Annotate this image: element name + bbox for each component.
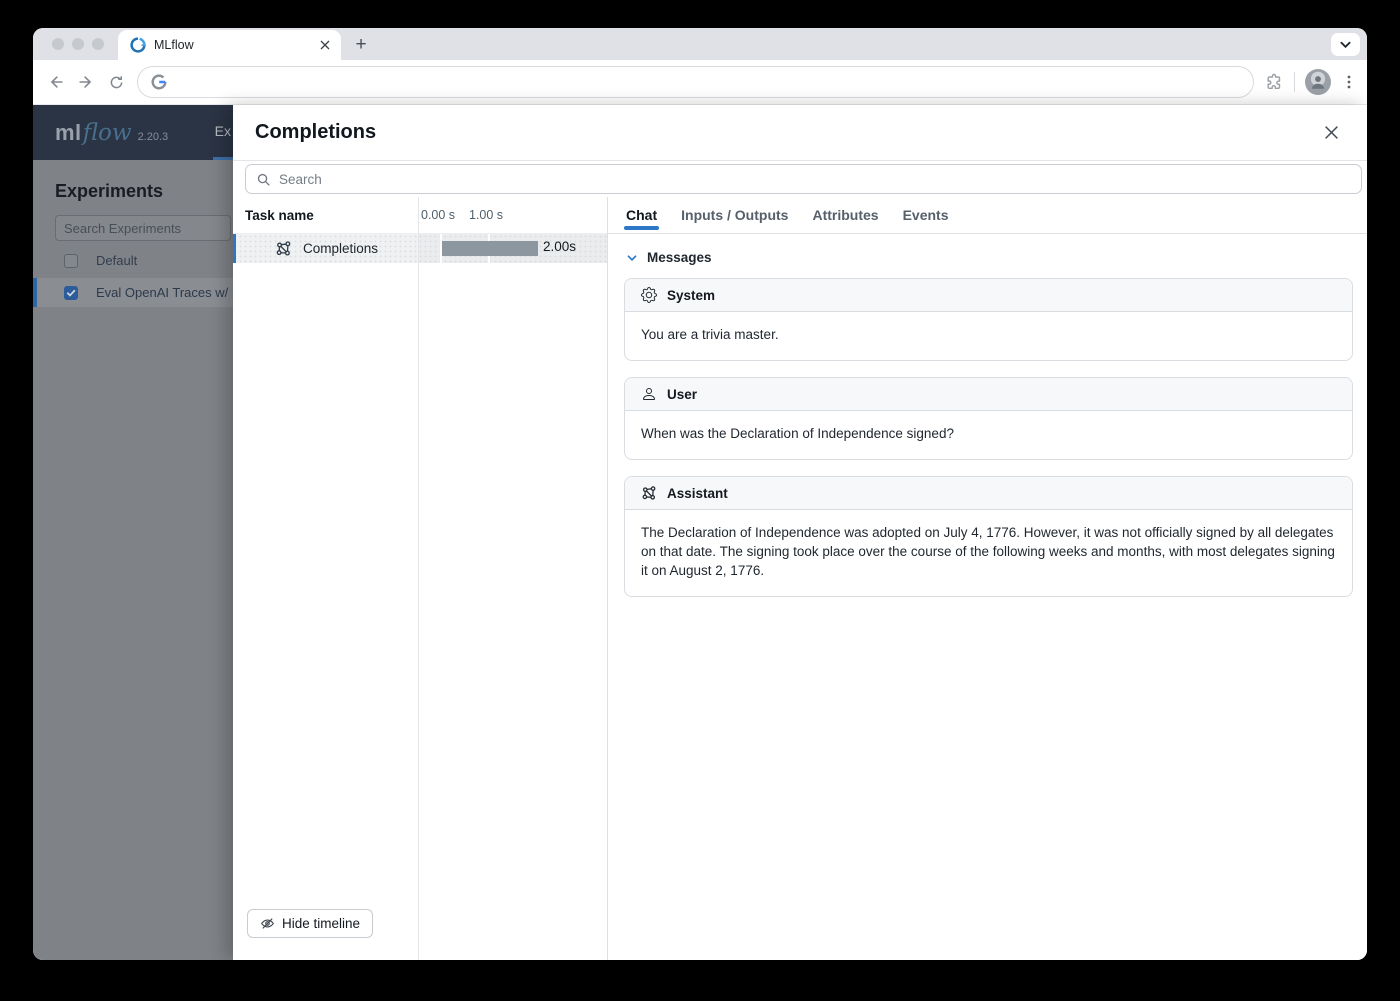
experiment-label: Eval OpenAI Traces w/	[96, 285, 229, 300]
timeline-pane: Task name 0.00 s 1.00 s Completions 2.00…	[233, 197, 607, 960]
message-card-assistant: Assistant The Declaration of Independenc…	[624, 476, 1353, 597]
address-bar[interactable]	[137, 66, 1254, 98]
task-name-header: Task name	[245, 207, 314, 223]
mlflow-app-background: mlflow 2.20.3 Ex Experiments Default Eva…	[33, 105, 233, 960]
message-role: System	[667, 287, 716, 303]
forward-icon[interactable]	[71, 67, 101, 97]
chat-panel: Messages System You are a trivia master.…	[608, 234, 1367, 960]
minimize-window-button[interactable]	[72, 38, 84, 50]
tab-close-icon[interactable]	[317, 37, 333, 53]
mlflow-logo-icon	[130, 37, 146, 53]
browser-tab-mlflow[interactable]: MLflow	[118, 30, 341, 60]
checkbox-checked[interactable]	[64, 285, 78, 300]
timeline-tick-0: 0.00 s	[421, 208, 456, 222]
messages-label: Messages	[647, 250, 712, 265]
mlflow-header: ml flow 2.20.3 Ex	[33, 105, 233, 160]
toolbar-divider	[1294, 72, 1295, 92]
timeline-track: 2.00s	[418, 234, 607, 263]
timeline-bar[interactable]	[442, 241, 538, 256]
mlflow-version: 2.20.3	[137, 130, 169, 143]
tab-chat[interactable]: Chat	[623, 197, 660, 233]
tab-strip: MLflow +	[33, 28, 1367, 60]
window-controls	[33, 28, 118, 60]
zoom-window-button[interactable]	[92, 38, 104, 50]
experiment-item-default[interactable]: Default	[33, 247, 233, 274]
nav-active-underline	[213, 157, 233, 160]
mlflow-logo-flow: flow	[82, 119, 132, 146]
checkbox-unchecked[interactable]	[64, 253, 78, 268]
experiments-heading: Experiments	[55, 181, 164, 201]
tab-attributes[interactable]: Attributes	[812, 197, 878, 233]
browser-toolbar	[33, 60, 1367, 105]
detail-pane: Chat Inputs / Outputs Attributes Events …	[607, 197, 1367, 960]
model-icon	[641, 485, 657, 501]
chevron-down-icon	[626, 252, 638, 264]
gear-icon	[641, 287, 657, 303]
detail-tabs: Chat Inputs / Outputs Attributes Events	[608, 197, 1367, 234]
message-card-user: User When was the Declaration of Indepen…	[624, 377, 1353, 460]
menu-dots-icon[interactable]	[1341, 74, 1357, 90]
tab-list-chevron-icon[interactable]	[1331, 33, 1360, 56]
url-input[interactable]	[176, 74, 1241, 90]
reload-icon[interactable]	[101, 67, 131, 97]
new-tab-button[interactable]: +	[347, 31, 375, 59]
task-name-label: Completions	[303, 241, 379, 256]
hide-timeline-label: Hide timeline	[282, 916, 361, 931]
mlflow-logo-ml: ml	[55, 119, 82, 145]
tab-title: MLflow	[154, 38, 194, 52]
message-card-system: System You are a trivia master.	[624, 278, 1353, 361]
message-text: You are a trivia master.	[641, 327, 779, 342]
message-role: User	[667, 386, 698, 402]
profile-avatar[interactable]	[1305, 69, 1331, 95]
trace-drawer: Completions Task name 0.00 s 1.00 s	[233, 105, 1367, 960]
experiment-item-eval-openai[interactable]: Eval OpenAI Traces w/	[33, 278, 233, 307]
timeline-bar-duration: 2.00s	[543, 239, 577, 254]
eye-off-icon	[260, 916, 275, 931]
messages-toggle[interactable]: Messages	[626, 250, 1353, 265]
google-g-icon	[150, 73, 168, 91]
browser-window: MLflow + ml flow 2.20.3 Ex Experiments S…	[33, 28, 1367, 960]
search-experiments-input[interactable]	[55, 215, 231, 241]
model-icon	[275, 240, 292, 257]
task-row-completions[interactable]: Completions 2.00s	[233, 234, 607, 263]
timeline-tick-1: 1.00 s	[469, 208, 504, 222]
nav-experiments-link[interactable]: Ex	[215, 123, 231, 139]
trace-search-bar[interactable]	[245, 164, 1362, 194]
experiment-label: Default	[96, 253, 138, 268]
person-icon	[641, 386, 657, 402]
back-icon[interactable]	[41, 67, 71, 97]
extensions-icon[interactable]	[1264, 72, 1284, 92]
message-text: When was the Declaration of Independence…	[641, 426, 954, 441]
message-text: The Declaration of Independence was adop…	[641, 525, 1335, 578]
column-divider	[418, 197, 419, 960]
trace-search-input[interactable]	[279, 171, 1351, 187]
tab-inputs-outputs[interactable]: Inputs / Outputs	[681, 197, 788, 233]
hide-timeline-button[interactable]: Hide timeline	[247, 909, 374, 938]
close-window-button[interactable]	[52, 38, 64, 50]
tab-events[interactable]: Events	[903, 197, 949, 233]
drawer-title: Completions	[255, 121, 377, 143]
search-icon	[256, 172, 271, 187]
message-role: Assistant	[667, 485, 728, 501]
close-icon[interactable]	[1317, 119, 1345, 147]
